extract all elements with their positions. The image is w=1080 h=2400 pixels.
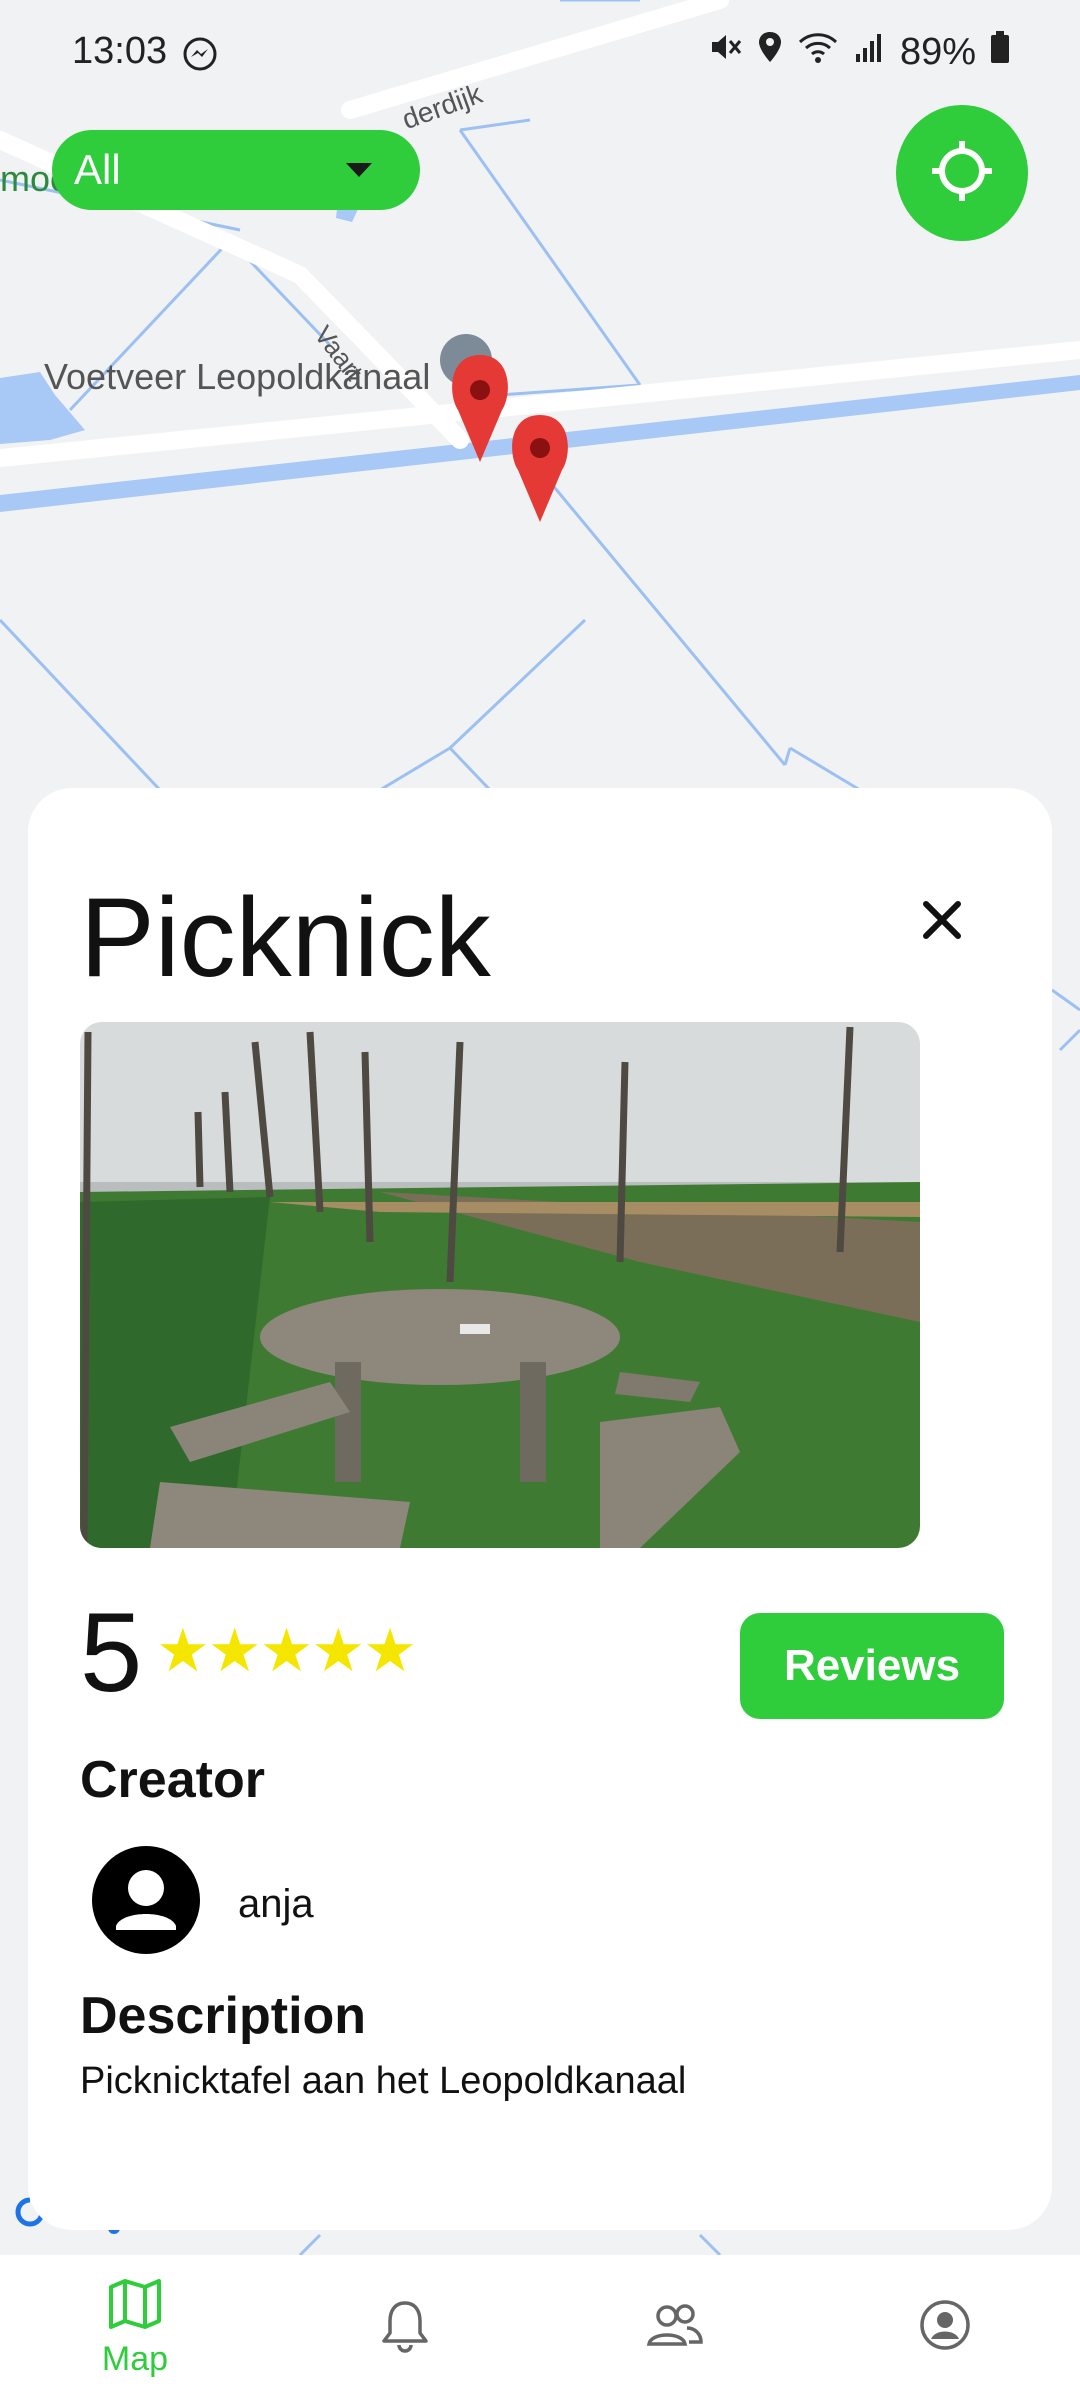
status-bar: 13:03 89% (0, 0, 1080, 110)
bottom-navigation: Map (0, 2255, 1080, 2400)
bell-icon (380, 2297, 430, 2358)
category-filter-dropdown[interactable]: All (52, 130, 420, 210)
poi-title: Picknick (80, 875, 491, 1000)
close-button[interactable] (908, 888, 976, 956)
battery-percent: 89% (899, 30, 976, 73)
screen: Voetveer Leopoldkanaal Vaart derdijk moo… (0, 0, 1080, 2400)
status-time: 13:03 (72, 30, 168, 72)
poi-detail-card: Picknick 5 ★★★★★ Reviews Creator anja De… (28, 788, 1052, 2230)
caret-down-icon (346, 163, 372, 177)
status-icons: 89% (708, 30, 1010, 74)
reviews-button[interactable]: Reviews (740, 1613, 1004, 1719)
rating-value: 5 (80, 1590, 143, 1715)
crosshair-icon (928, 137, 996, 210)
creator-name: anja (238, 1882, 314, 1926)
close-icon (920, 898, 964, 947)
wifi-icon (798, 30, 838, 74)
location-icon (756, 30, 784, 74)
mute-icon (708, 30, 742, 74)
rating-stars: ★★★★★ (156, 1617, 417, 1684)
my-location-button[interactable] (896, 105, 1028, 241)
marker-pin[interactable] (512, 415, 568, 522)
nav-label-map: Map (101, 2339, 169, 2378)
creator-heading: Creator (80, 1751, 265, 1809)
account-icon (919, 2299, 971, 2356)
nav-item-map[interactable]: Map (0, 2255, 270, 2400)
battery-icon (990, 30, 1010, 74)
filter-selected-value: All (74, 146, 121, 193)
people-icon (643, 2300, 707, 2355)
nav-item-friends[interactable] (540, 2255, 810, 2400)
nav-item-profile[interactable] (810, 2255, 1080, 2400)
description-heading: Description (80, 1987, 367, 2045)
nav-item-notifications[interactable] (270, 2255, 540, 2400)
map-icon (107, 2277, 163, 2336)
messenger-icon (182, 36, 218, 77)
description-text: Picknicktafel aan het Leopoldkanaal (80, 2060, 687, 2102)
signal-icon (852, 30, 886, 74)
avatar-icon (90, 1844, 202, 1956)
poi-photo (80, 1022, 920, 1548)
map-place-label: Voetveer Leopoldkanaal (44, 356, 431, 397)
